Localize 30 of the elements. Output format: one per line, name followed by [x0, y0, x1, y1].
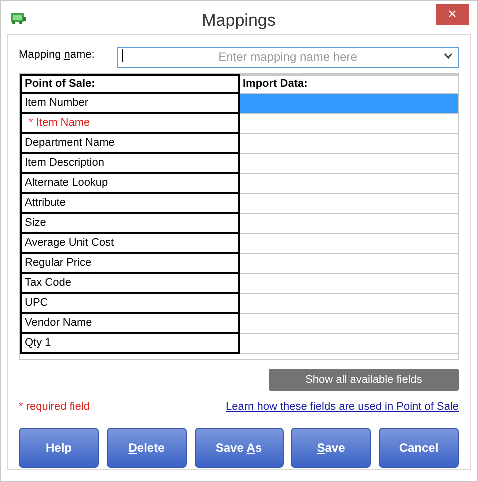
close-button[interactable]: × — [436, 4, 469, 25]
table-cell: Regular Price — [20, 254, 240, 274]
cancel-button[interactable]: Cancel — [379, 428, 459, 468]
table-cell: Tax Code — [20, 274, 240, 294]
delete-button[interactable]: Delete — [106, 428, 187, 468]
table-cell: Attribute — [20, 194, 240, 214]
show-all-fields-button[interactable]: Show all available fields — [269, 369, 459, 391]
table-cell: * Item Name — [20, 114, 240, 134]
save-as-button[interactable]: Save As — [194, 428, 284, 468]
save-button[interactable]: Save — [291, 428, 372, 468]
mapping-name-label: Mapping name: — [19, 48, 96, 64]
table-cell: Department Name — [20, 134, 240, 154]
window-title: Mappings — [202, 10, 276, 32]
table-cell: Item Number — [20, 94, 240, 114]
text-cursor — [122, 49, 123, 62]
table-cell: Vendor Name — [20, 314, 240, 334]
mapping-name-combobox[interactable]: Enter mapping name here — [117, 46, 459, 68]
required-field-note: * required field — [19, 400, 90, 415]
table-cell: Item Description — [20, 154, 240, 174]
table-cell: Average Unit Cost — [20, 234, 240, 254]
selected-cell[interactable] — [240, 94, 458, 114]
help-link[interactable]: Learn how these fields are used in Point of Sale — [226, 399, 459, 416]
app-icon — [10, 10, 27, 24]
table-cell: Size — [20, 214, 240, 234]
table-cell: Alternate Lookup — [20, 174, 240, 194]
dropdown-caret-icon — [444, 53, 453, 59]
table-cell: UPC — [20, 294, 240, 314]
column-header: Point of Sale: — [20, 74, 240, 94]
table-cell: Qty 1 — [20, 334, 240, 354]
help-button[interactable]: Help — [19, 428, 99, 468]
